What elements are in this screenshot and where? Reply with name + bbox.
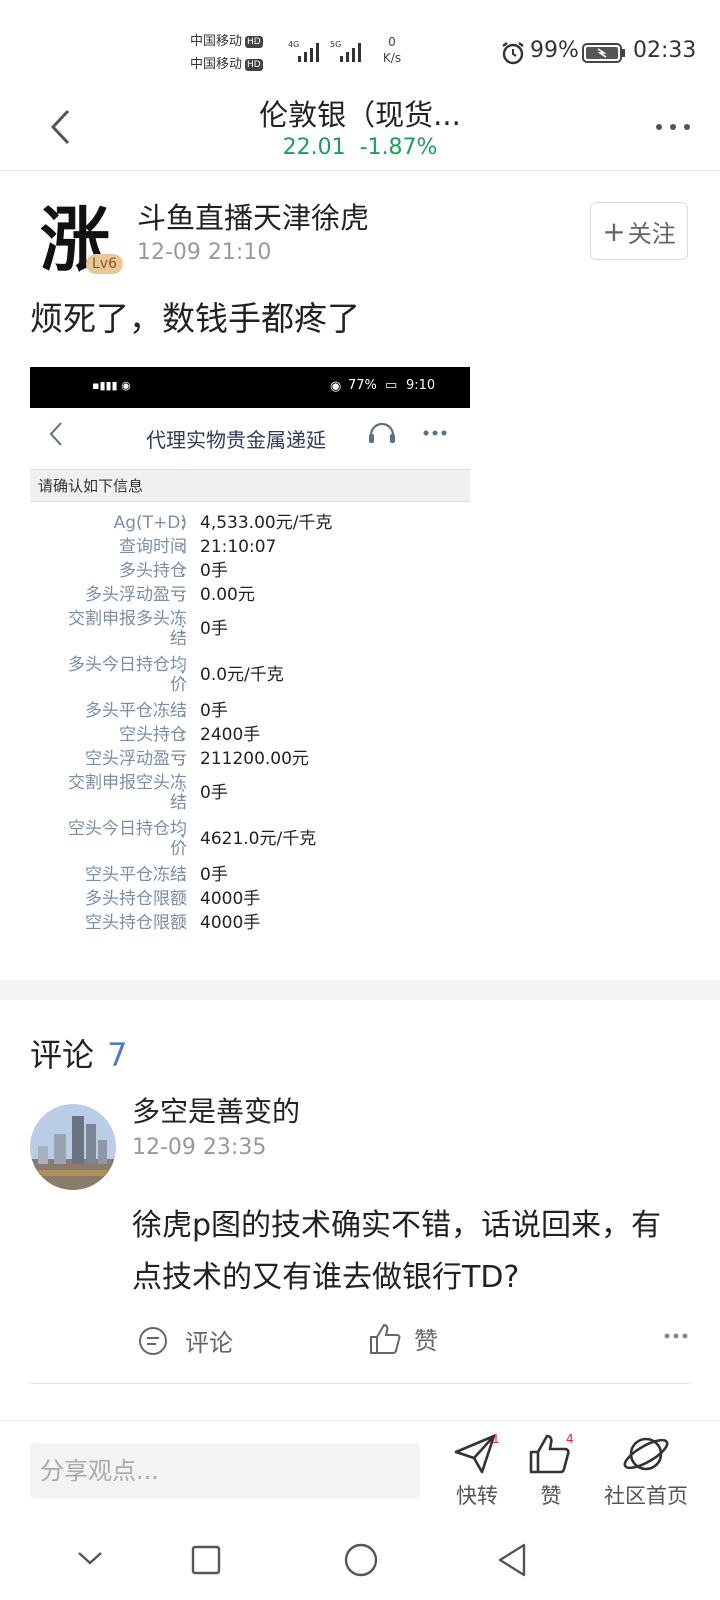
like-count: 4 — [566, 1432, 574, 1446]
comment-bubble-icon — [139, 1326, 167, 1355]
row-value: 4000手 — [200, 889, 261, 909]
thumb-up-icon — [370, 1323, 401, 1354]
row-label: 交割申报空头冻 结 — [68, 773, 187, 813]
comments-count: 7 — [107, 1036, 128, 1074]
post-author-name[interactable]: 斗鱼直播天津徐虎 — [137, 195, 369, 237]
like-button[interactable]: 4 赞 — [528, 1432, 574, 1510]
post-time: 12-09 21:10 — [137, 240, 272, 265]
hd-badge: HD — [245, 36, 263, 48]
row-value: 0手 — [200, 783, 228, 803]
community-home-button[interactable]: 社区首页 — [600, 1432, 692, 1510]
row-label: 多头持仓限额 — [85, 889, 187, 909]
plus-icon: + — [602, 214, 626, 248]
image-more-icon — [423, 430, 447, 436]
image-time: 9:10 — [406, 378, 436, 393]
header-divider — [0, 170, 720, 171]
row-value: 21:10:07 — [200, 537, 277, 557]
image-signal-icons: ▪▮▮▮ ◉ — [92, 379, 131, 392]
comments-title: 评论 — [30, 1036, 95, 1074]
back-icon[interactable] — [48, 108, 72, 146]
row-value: 0手 — [200, 701, 228, 721]
section-gap — [0, 980, 720, 1000]
nav-home-icon[interactable] — [343, 1542, 379, 1578]
row-label: 空头浮动盈亏 — [85, 749, 187, 769]
nav-down-icon[interactable] — [76, 1548, 104, 1568]
image-battery: 77% — [348, 378, 377, 393]
page-title: 伦敦银（现货... — [259, 98, 461, 132]
nav-back-icon[interactable] — [496, 1542, 528, 1578]
post-image[interactable]: ▪▮▮▮ ◉ ◉ 77% ▭ 9:10 代理实物贵金属递延 请确认如下信息 Ag… — [30, 367, 470, 947]
row-value: 4,533.00元/千克 — [200, 513, 333, 533]
image-info-header-label: 请确认如下信息 — [38, 477, 144, 495]
carrier-2: 中国移动 HD — [190, 53, 263, 76]
current-price: 22.01 — [282, 135, 346, 160]
repost-button[interactable]: 1 快转 — [452, 1432, 502, 1510]
row-label: 空头平仓冻结 — [85, 865, 187, 885]
row-label: 多头浮动盈亏 — [85, 585, 187, 605]
community-home-label: 社区首页 — [604, 1484, 688, 1508]
image-info-header: 请确认如下信息 — [30, 469, 470, 502]
comment-reply-label: 评论 — [185, 1329, 233, 1357]
repost-label: 快转 — [456, 1484, 498, 1508]
comment-divider — [30, 1383, 690, 1384]
image-battery-icon: ▭ — [385, 378, 398, 393]
carrier-1-label: 中国移动 — [190, 34, 243, 49]
post-text: 烦死了，数钱手都疼了 — [30, 299, 360, 338]
eye-icon: ◉ — [330, 379, 342, 394]
image-status-bar: ▪▮▮▮ ◉ ◉ 77% ▭ 9:10 — [30, 367, 470, 408]
comment-more-icon[interactable] — [664, 1332, 688, 1340]
row-value: 211200.00元 — [200, 749, 309, 769]
row-label: 空头持仓限额 — [85, 913, 187, 933]
row-value: 0手 — [200, 865, 228, 885]
row-label: 空头持仓 — [119, 725, 187, 745]
comment-like-label: 赞 — [414, 1327, 438, 1355]
row-label: 多头今日持仓均 价 — [68, 655, 187, 695]
row-value: 0.00元 — [200, 585, 255, 605]
image-title: 代理实物贵金属递延 — [146, 428, 326, 452]
row-label: 多头平仓冻结 — [85, 701, 187, 721]
comment-like-button[interactable]: 赞 — [368, 1321, 438, 1356]
commenter-avatar[interactable] — [30, 1104, 116, 1190]
carrier-2-label: 中国移动 — [190, 57, 243, 72]
author-avatar[interactable]: 涨 Lv6 — [30, 186, 123, 281]
row-label: 空头今日持仓均 价 — [68, 819, 187, 859]
nav-recents-icon[interactable] — [190, 1544, 222, 1576]
image-back-icon — [49, 422, 62, 446]
alarm-icon — [502, 42, 524, 65]
headset-icon — [369, 422, 395, 443]
row-value: 4621.0元/千克 — [200, 829, 317, 849]
price-change: -1.87% — [359, 135, 438, 160]
clock: 02:33 — [633, 38, 697, 63]
commenter-name[interactable]: 多空是善变的 — [132, 1090, 300, 1130]
price-line: 22.01 -1.87% — [180, 135, 540, 160]
share-input[interactable]: 分享观点... — [30, 1443, 420, 1499]
row-value: 2400手 — [200, 725, 261, 745]
row-label: 查询时间 — [119, 537, 187, 557]
row-value: 0.0元/千克 — [200, 665, 284, 685]
row-value: 4000手 — [200, 913, 261, 933]
battery-icon — [582, 43, 625, 63]
follow-button[interactable]: + 关注 — [590, 202, 688, 260]
net-speed-unit: K/s — [382, 51, 402, 65]
row-label: Ag(T+D) — [113, 513, 187, 533]
comment-time: 12-09 23:35 — [132, 1135, 267, 1160]
planet-icon — [623, 1437, 669, 1471]
comment-text: 徐虎p图的技术确实不错，话说回来，有点技术的又有谁去做银行TD? — [132, 1208, 662, 1295]
row-value: 0手 — [200, 619, 228, 639]
comment-reply-button[interactable]: 评论 — [137, 1323, 233, 1358]
repost-count: 1 — [492, 1432, 500, 1446]
level-badge: Lv6 — [86, 254, 123, 274]
more-icon[interactable] — [655, 122, 691, 132]
battery-percent: 99% — [530, 38, 579, 63]
comments-header: 评论 7 — [30, 1030, 127, 1076]
row-label: 多头持仓 — [119, 561, 187, 581]
carrier-1: 中国移动 HD — [190, 30, 263, 53]
net-speed: 0 K/s — [375, 34, 409, 66]
hd-badge-2: HD — [245, 59, 263, 71]
like-label: 赞 — [540, 1484, 562, 1508]
row-value: 0手 — [200, 561, 228, 581]
follow-label: 关注 — [627, 219, 676, 248]
net-speed-value: 0 — [388, 35, 396, 49]
row-label: 交割申报多头冻 结 — [68, 609, 187, 649]
